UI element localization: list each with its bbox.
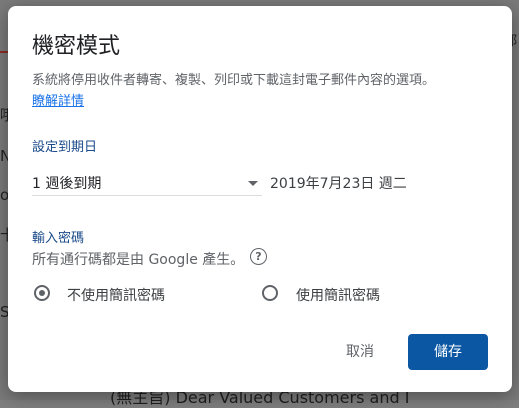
cancel-button[interactable]: 取消	[332, 336, 388, 368]
passcode-description: 所有通行碼都是由 Google 產生。	[32, 252, 245, 268]
confidential-mode-dialog: 機密模式 系統將停用收件者轉寄、複製、列印或下載這封電子郵件內容的選項。 瞭解詳…	[8, 6, 512, 392]
save-button[interactable]: 儲存	[408, 334, 488, 370]
passcode-label: 輸入密碼	[32, 231, 85, 246]
dialog-title: 機密模式	[32, 34, 121, 59]
radio-label-sms-passcode[interactable]: 使用簡訊密碼	[296, 285, 380, 305]
expiration-date: 2019年7月23日 週二	[270, 176, 407, 192]
chevron-down-icon	[248, 181, 258, 186]
learn-more-link[interactable]: 瞭解詳情	[32, 90, 84, 109]
radio-label-no-sms-passcode[interactable]: 不使用簡訊密碼	[67, 285, 165, 305]
expiration-select-value: 1 週後到期	[32, 176, 102, 192]
radio-sms-passcode[interactable]	[262, 285, 278, 301]
dialog-description: 系統將停用收件者轉寄、複製、列印或下載這封電子郵件內容的選項。	[32, 73, 436, 88]
expiration-select[interactable]: 1 週後到期	[32, 169, 262, 196]
radio-no-sms-passcode[interactable]	[34, 285, 50, 301]
help-icon[interactable]: ?	[250, 248, 267, 265]
expiration-label: 設定到期日	[32, 140, 98, 155]
